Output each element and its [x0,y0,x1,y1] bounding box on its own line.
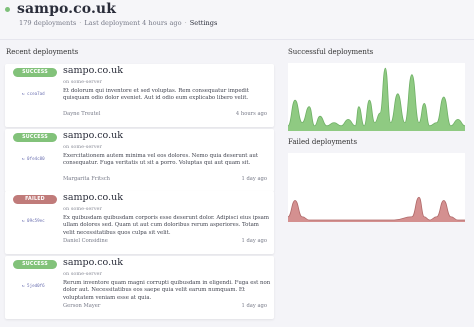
deployment-time: 1 day ago [241,303,267,309]
status-badge: SUCCESS [13,133,57,142]
recent-deployments-heading: Recent deployments [6,48,79,56]
deployments-count: 179 deployments [19,19,77,27]
deployment-site[interactable]: sampo.co.uk [63,257,123,268]
deployment-server: on some-server [63,144,102,150]
deployment-time: 1 day ago [241,238,267,244]
page-header: sampo.co.uk 179 deployments · Last deploym… [0,0,474,40]
meta-separator: · [184,19,187,27]
failed-deployments-heading: Failed deployments [288,138,358,146]
settings-link[interactable]: Settings [190,19,218,27]
commit-message: Ex quibusdam quibusdam corporis esse des… [63,215,269,236]
successful-chart-panel [287,63,466,131]
commit-message: Exercitationem autem minima vel eos dolo… [63,153,259,167]
deployment-site[interactable]: sampo.co.uk [63,192,123,203]
deployment-card[interactable]: SUCCESS ↻ 5jed0f6 sampo.co.uk on some-serve… [5,256,274,319]
deployment-time: 1 day ago [241,176,267,182]
deployment-card[interactable]: SUCCESS ↻ 0fe4c80 sampo.co.uk on some-serve… [5,129,274,192]
last-deployment: Last deployment 4 hours ago [84,19,182,27]
deployment-card[interactable]: SUCCESS ↻ ccea7ad sampo.co.uk on some-serve… [5,64,274,127]
failed-chart-panel [287,153,465,222]
header-meta: 179 deployments · Last deployment 4 hours … [19,19,217,27]
commit-author: Daniel Considine [63,238,108,244]
commit-author: Dayne Treutel [63,111,101,117]
commit-message: Rerum inventore quam magni corrupti quib… [63,280,271,301]
page-title: sampo.co.uk [17,1,116,17]
deployment-site[interactable]: sampo.co.uk [63,130,123,141]
deployment-server: on some-server [63,206,102,212]
commit-hash[interactable]: ↻ 5jed0f6 [22,283,45,288]
commit-message: Et dolorum qui inventore et sed voluptas… [63,88,249,102]
meta-separator: · [79,19,82,27]
failed-deployments-chart [287,196,465,222]
commit-hash[interactable]: ↻ ccea7ad [22,91,45,96]
commit-author: Gerson Mayer [63,303,101,309]
status-badge: SUCCESS [13,260,57,269]
deployment-server: on some-server [63,79,102,85]
deployment-card[interactable]: FAILED ↻ 09c59ec sampo.co.uk on some-server… [5,191,274,254]
deployment-site[interactable]: sampo.co.uk [63,65,123,76]
commit-hash[interactable]: ↻ 09c59ec [22,218,45,223]
deployment-time: 4 hours ago [235,111,267,117]
status-dot [5,7,10,12]
status-badge: SUCCESS [13,68,57,77]
deployment-server: on some-server [63,271,102,277]
successful-deployments-heading: Successful deployments [288,48,374,56]
commit-author: Margarita Fritsch [63,176,110,182]
failed-series-area [288,197,465,222]
status-badge: FAILED [13,195,57,204]
commit-hash[interactable]: ↻ 0fe4c80 [22,156,45,161]
successful-series-area [288,68,465,131]
successful-series-line [287,67,466,127]
successful-deployments-chart [287,67,466,131]
